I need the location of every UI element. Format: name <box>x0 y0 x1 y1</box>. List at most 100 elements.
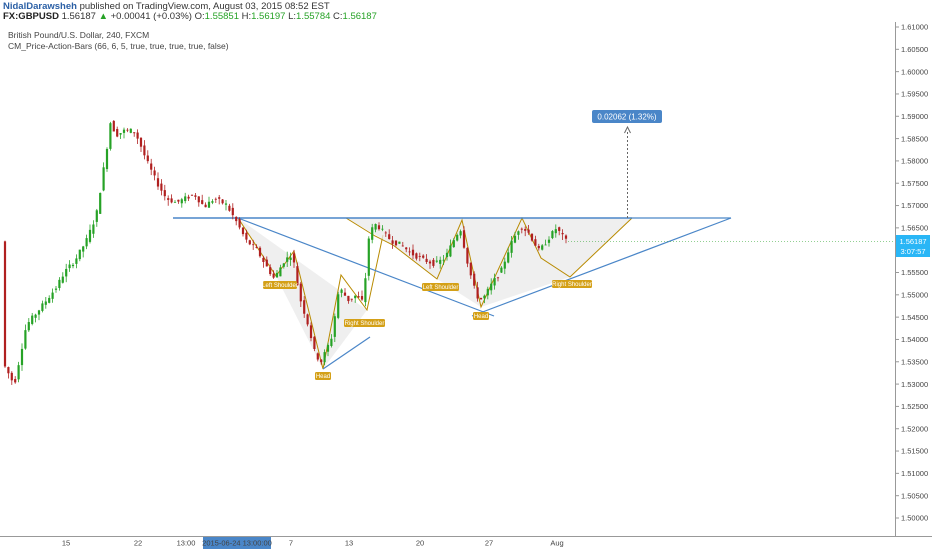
label-head-2: Head <box>474 314 488 320</box>
price-axis[interactable] <box>895 22 932 536</box>
price-change: +0.00041 (+0.03%) <box>110 11 192 22</box>
x-tick-label: 15 <box>62 539 70 548</box>
candle-body <box>476 287 479 299</box>
candle-body <box>541 245 544 250</box>
y-tick-label: 1.61000 <box>901 23 928 32</box>
candle-body <box>109 123 112 149</box>
candle-body <box>428 261 432 264</box>
candle[interactable] <box>367 236 370 281</box>
candle-body <box>517 231 520 235</box>
candle-body <box>371 227 374 240</box>
candle-body <box>537 245 540 249</box>
label-left-shoulder-2: Left Shoulder <box>423 285 459 291</box>
candle-body <box>228 205 231 211</box>
symbol-label[interactable]: FX:GBPUSD <box>3 11 59 22</box>
candle-body <box>408 251 411 253</box>
candle-body <box>20 348 24 366</box>
candle-body <box>258 247 262 257</box>
candle[interactable] <box>337 291 340 320</box>
candle-body <box>459 231 462 236</box>
candle[interactable] <box>105 147 109 172</box>
y-tick-label: 1.55000 <box>901 291 928 300</box>
candle-body <box>469 262 472 276</box>
candle-body <box>357 296 360 298</box>
candle-body <box>374 224 377 230</box>
x-tick-label: 13:00 <box>177 539 196 548</box>
y-tick-label: 1.58000 <box>901 157 928 166</box>
candle-body <box>326 344 330 352</box>
candle-body <box>3 241 7 367</box>
candle-body <box>320 359 323 363</box>
candle-body <box>303 300 306 314</box>
candle-body <box>61 276 64 283</box>
candle-body <box>354 295 357 299</box>
candle-body <box>95 210 98 222</box>
candle-body <box>190 194 194 196</box>
candle[interactable] <box>398 241 401 244</box>
candle-body <box>41 303 44 311</box>
candle[interactable] <box>109 121 112 151</box>
candle-body <box>377 225 381 230</box>
candle[interactable] <box>129 128 132 134</box>
y-tick-label: 1.59000 <box>901 112 928 121</box>
last-price: 1.56187 <box>61 11 96 22</box>
candle-body <box>150 163 153 170</box>
y-tick-label: 1.52000 <box>901 424 928 433</box>
candle-body <box>88 229 92 242</box>
candle-body <box>513 235 517 243</box>
candle[interactable] <box>258 246 262 258</box>
candle-body <box>398 241 401 244</box>
candle-body <box>224 203 228 205</box>
candle-body <box>58 279 61 289</box>
candle-body <box>255 246 258 248</box>
header-line-2: FX:GBPUSD 1.56187 ▲ +0.00041 (+0.03%) O:… <box>3 11 377 22</box>
y-tick-label: 1.60000 <box>901 67 928 76</box>
candle-body <box>486 288 489 296</box>
candle-body <box>102 167 105 191</box>
candle-body <box>309 325 313 339</box>
candle-body <box>527 229 530 233</box>
candle-body <box>85 238 88 247</box>
candle-body <box>388 234 391 240</box>
candle-body <box>500 267 503 273</box>
candle[interactable] <box>530 233 534 242</box>
y-tick-label: 1.53500 <box>901 357 928 366</box>
candle-body <box>170 198 173 203</box>
candle[interactable] <box>3 240 7 368</box>
y-tick-label: 1.53000 <box>901 380 928 389</box>
candle-body <box>105 148 109 170</box>
candle-body <box>173 201 177 203</box>
candle[interactable] <box>313 336 316 352</box>
y-tick-label: 1.60500 <box>901 45 928 54</box>
candle-body <box>184 196 187 202</box>
price-chart[interactable]: British Pound/U.S. Dollar, 240, FXCM CM_… <box>0 22 932 550</box>
candle-body <box>262 257 265 262</box>
candle-body <box>44 301 47 305</box>
y-tick-label: 1.57500 <box>901 179 928 188</box>
candle-body <box>136 132 139 139</box>
x-tick-label: 2015-06-24 13:00:00 <box>202 539 272 548</box>
candle-body <box>544 244 547 246</box>
candle-body <box>37 310 41 315</box>
measure-label: 0.02062 (1.32%) <box>597 113 656 122</box>
candle-body <box>462 230 466 248</box>
candle-body <box>564 235 568 239</box>
candle[interactable] <box>112 119 115 132</box>
countdown-label: 3:07:57 <box>900 247 925 256</box>
y-tick-label: 1.50000 <box>901 514 928 523</box>
y-tick-label: 1.55500 <box>901 268 928 277</box>
candle-body <box>405 247 408 250</box>
candle-body <box>167 198 170 200</box>
candle-body <box>337 294 340 318</box>
y-tick-label: 1.51500 <box>901 447 928 456</box>
candle-body <box>51 292 54 299</box>
indicator-legend: CM_Price-Action-Bars (66, 6, 5, true, tr… <box>8 41 229 51</box>
candle-body <box>275 272 279 278</box>
candle[interactable] <box>99 192 102 214</box>
chart-header: NidalDarawsheh published on TradingView.… <box>0 0 932 22</box>
candle-body <box>530 233 534 241</box>
y-tick-label: 1.51000 <box>901 469 928 478</box>
candle-body <box>10 372 13 381</box>
candle[interactable] <box>551 230 554 240</box>
candle-body <box>7 367 10 374</box>
